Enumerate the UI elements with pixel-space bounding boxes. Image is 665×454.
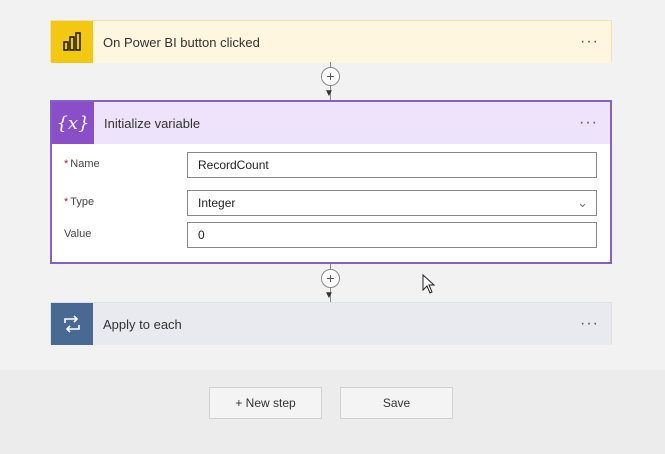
apply-header[interactable]: Apply to each ··· [51,303,611,345]
trigger-card[interactable]: On Power BI button clicked ··· [50,20,612,63]
insert-step-button[interactable]: + [321,269,340,288]
variable-icon: {x} [52,102,94,144]
insert-step-button[interactable]: + [321,67,340,86]
type-label-text: Type [70,196,95,208]
trigger-header[interactable]: On Power BI button clicked ··· [51,21,611,63]
initialize-variable-card[interactable]: {x} Initialize variable ··· * Name Record… [50,100,612,264]
trigger-title: On Power BI button clicked [103,34,260,50]
apply-more-menu[interactable]: ··· [580,315,599,333]
init-title: Initialize variable [104,115,201,131]
value-input[interactable]: 0 [187,222,597,248]
loop-icon [51,303,93,345]
name-label-text: Name [70,158,100,170]
save-button[interactable]: Save [340,387,453,419]
type-label: * Type [64,196,94,208]
power-bi-icon [51,21,93,63]
trigger-more-menu[interactable]: ··· [580,33,599,51]
required-marker: * [64,158,69,170]
arrow-down-icon: ▼ [324,290,334,301]
name-input[interactable]: RecordCount [187,152,597,178]
name-label: * Name [64,158,100,170]
arrow-down-icon: ▼ [324,88,334,99]
init-more-menu[interactable]: ··· [579,114,598,132]
type-select[interactable]: Integer ⌄ [187,190,597,216]
apply-title: Apply to each [103,316,182,332]
value-label: Value [64,228,92,240]
new-step-button[interactable]: + New step [209,387,322,419]
chevron-down-icon: ⌄ [577,195,588,210]
type-select-value: Integer [198,196,236,210]
apply-to-each-card[interactable]: Apply to each ··· [50,302,612,345]
init-header[interactable]: {x} Initialize variable ··· [52,102,610,144]
mouse-cursor-icon [422,273,436,299]
footer-area [0,370,665,454]
required-marker: * [64,196,69,208]
